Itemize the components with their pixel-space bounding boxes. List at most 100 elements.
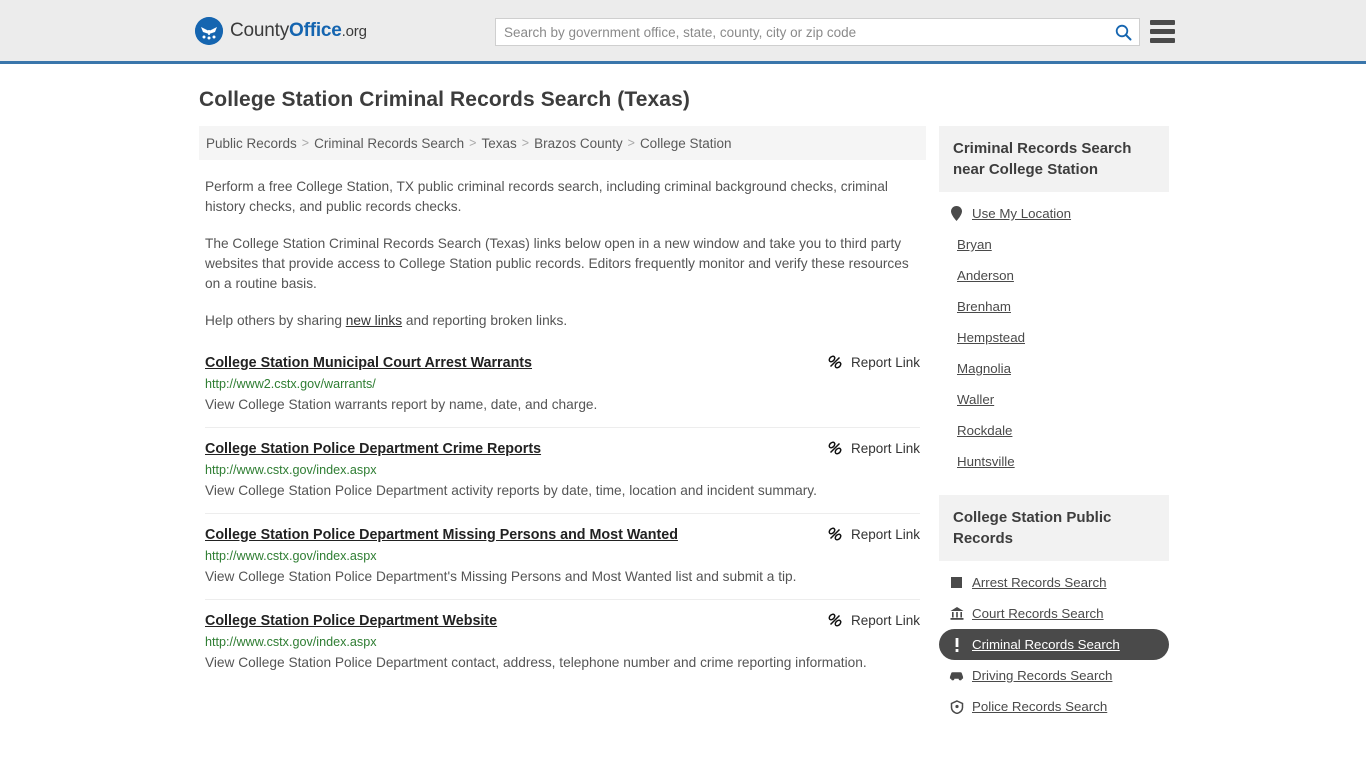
result-title[interactable]: College Station Police Department Crime …	[205, 441, 541, 457]
intro-p3-after: and reporting broken links.	[402, 313, 568, 328]
result-item: College Station Police Department Crime …	[205, 440, 920, 514]
city-link[interactable]: Huntsville	[957, 454, 1015, 469]
result-description: View College Station warrants report by …	[205, 397, 598, 412]
broken-link-icon	[828, 613, 842, 627]
breadcrumb-separator: >	[627, 136, 635, 150]
result-title[interactable]: College Station Municipal Court Arrest W…	[205, 355, 532, 371]
sidebar-item-label[interactable]: Criminal Records Search	[972, 637, 1120, 652]
breadcrumb-item-texas[interactable]: Texas	[481, 136, 516, 151]
search-bar	[495, 18, 1140, 46]
use-my-location-link[interactable]: Use My Location	[972, 206, 1071, 221]
breadcrumb-item-criminal-records-search[interactable]: Criminal Records Search	[314, 136, 464, 151]
report-link-label: Report Link	[850, 440, 920, 456]
result-description: View College Station Police Department a…	[205, 483, 817, 498]
site-header: CountyOffice.org	[0, 0, 1366, 64]
result-url[interactable]: http://www2.cstx.gov/warrants/	[205, 377, 920, 391]
sidebar-city-waller[interactable]: Waller	[939, 384, 1169, 415]
city-link[interactable]: Anderson	[957, 268, 1014, 283]
public-records-card-heading: College Station Public Records	[939, 495, 1169, 561]
police-badge-icon	[949, 699, 964, 714]
city-link[interactable]: Rockdale	[957, 423, 1012, 438]
sidebar-item-criminal-records[interactable]: Criminal Records Search	[939, 629, 1169, 660]
hamburger-menu-icon[interactable]	[1150, 20, 1175, 43]
car-icon	[949, 668, 964, 683]
report-link-button[interactable]: Report Link	[827, 526, 920, 542]
sidebar-item-court-records[interactable]: Court Records Search	[939, 598, 1169, 629]
logo-text-county: County	[230, 19, 290, 41]
public-records-list: Arrest Records Search Court Records Sear…	[939, 561, 1169, 722]
nearby-city-list: Use My Location Bryan Anderson Brenham H…	[939, 192, 1169, 477]
city-link[interactable]: Waller	[957, 392, 994, 407]
broken-link-icon	[828, 441, 842, 455]
exclamation-icon	[949, 637, 964, 652]
intro-paragraph-3: Help others by sharing new links and rep…	[205, 311, 920, 331]
result-item: College Station Police Department Websit…	[205, 612, 920, 685]
breadcrumb-separator: >	[301, 136, 310, 150]
sidebar-item-label[interactable]: Police Records Search	[972, 699, 1107, 714]
broken-link-icon	[828, 355, 842, 369]
sidebar-city-huntsville[interactable]: Huntsville	[939, 446, 1169, 477]
new-links-link[interactable]: new links	[346, 313, 402, 328]
report-link-label: Report Link	[850, 526, 920, 542]
main-content: Public Records > Criminal Records Search…	[199, 126, 926, 697]
result-title[interactable]: College Station Police Department Missin…	[205, 527, 678, 543]
search-input[interactable]	[496, 19, 1107, 45]
public-records-card: College Station Public Records Arrest Re…	[939, 495, 1169, 722]
city-link[interactable]: Magnolia	[957, 361, 1011, 376]
result-item: College Station Police Department Missin…	[205, 526, 920, 600]
eagle-shield-icon	[195, 16, 223, 45]
sidebar-city-anderson[interactable]: Anderson	[939, 260, 1169, 291]
sidebar: Criminal Records Search near College Sta…	[939, 126, 1169, 740]
handcuffs-icon	[949, 575, 964, 590]
search-button[interactable]	[1107, 19, 1139, 45]
sidebar-item-police-records[interactable]: Police Records Search	[939, 691, 1169, 722]
report-link-button[interactable]: Report Link	[827, 440, 920, 456]
result-description: View College Station Police Department c…	[205, 655, 867, 670]
intro-paragraph-1: Perform a free College Station, TX publi…	[205, 179, 888, 214]
use-my-location-item[interactable]: Use My Location	[939, 198, 1169, 229]
breadcrumb-item-brazos-county[interactable]: Brazos County	[534, 136, 623, 151]
sidebar-city-hempstead[interactable]: Hempstead	[939, 322, 1169, 353]
courthouse-icon	[949, 606, 964, 621]
broken-link-icon	[828, 527, 842, 541]
city-link[interactable]: Bryan	[957, 237, 992, 252]
sidebar-item-driving-records[interactable]: Driving Records Search	[939, 660, 1169, 691]
results-list: College Station Municipal Court Arrest W…	[199, 354, 926, 685]
sidebar-item-label[interactable]: Arrest Records Search	[972, 575, 1107, 590]
sidebar-city-rockdale[interactable]: Rockdale	[939, 415, 1169, 446]
page-title: College Station Criminal Records Search …	[199, 88, 690, 111]
result-description: View College Station Police Department's…	[205, 569, 797, 584]
nearby-card-heading: Criminal Records Search near College Sta…	[939, 126, 1169, 192]
search-icon	[1115, 24, 1131, 40]
report-link-label: Report Link	[850, 612, 920, 628]
result-title[interactable]: College Station Police Department Websit…	[205, 613, 497, 629]
result-url[interactable]: http://www.cstx.gov/index.aspx	[205, 549, 920, 563]
sidebar-city-magnolia[interactable]: Magnolia	[939, 353, 1169, 384]
intro-p3-before: Help others by sharing	[205, 313, 346, 328]
sidebar-city-bryan[interactable]: Bryan	[939, 229, 1169, 260]
report-link-button[interactable]: Report Link	[827, 612, 920, 628]
breadcrumb-item-public-records[interactable]: Public Records	[206, 136, 297, 151]
breadcrumb-item-college-station[interactable]: College Station	[640, 136, 732, 151]
result-item: College Station Municipal Court Arrest W…	[205, 354, 920, 428]
city-link[interactable]: Brenham	[957, 299, 1011, 314]
logo-wordmark: CountyOffice.org	[230, 20, 367, 42]
sidebar-item-label[interactable]: Driving Records Search	[972, 668, 1112, 683]
city-link[interactable]: Hempstead	[957, 330, 1025, 345]
report-link-button[interactable]: Report Link	[827, 354, 920, 370]
intro-paragraph-2: The College Station Criminal Records Sea…	[205, 236, 909, 291]
breadcrumb-separator: >	[469, 136, 477, 150]
site-logo[interactable]: CountyOffice.org	[195, 16, 367, 45]
result-url[interactable]: http://www.cstx.gov/index.aspx	[205, 463, 920, 477]
logo-text-org: .org	[341, 22, 367, 40]
sidebar-city-brenham[interactable]: Brenham	[939, 291, 1169, 322]
sidebar-item-arrest-records[interactable]: Arrest Records Search	[939, 567, 1169, 598]
intro-text: Perform a free College Station, TX publi…	[199, 177, 926, 331]
logo-text-office: Office	[289, 19, 342, 41]
sidebar-item-label[interactable]: Court Records Search	[972, 606, 1104, 621]
breadcrumb: Public Records > Criminal Records Search…	[199, 126, 926, 160]
map-pin-icon	[949, 206, 964, 221]
result-url[interactable]: http://www.cstx.gov/index.aspx	[205, 635, 920, 649]
breadcrumb-separator: >	[521, 136, 530, 150]
nearby-searches-card: Criminal Records Search near College Sta…	[939, 126, 1169, 477]
